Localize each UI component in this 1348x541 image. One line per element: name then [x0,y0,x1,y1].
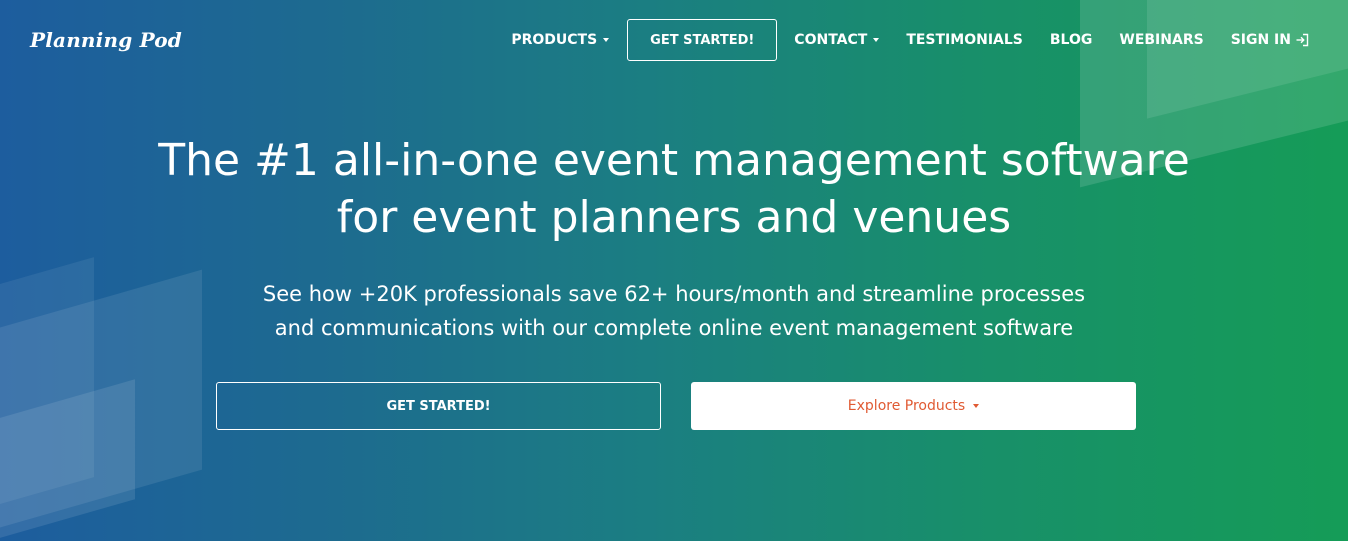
nav-testimonials-label: TESTIMONIALS [906,32,1023,48]
hero-headline: The #1 all-in-one event management softw… [0,132,1348,246]
nav-contact[interactable]: CONTACT [794,32,880,48]
nav-products[interactable]: PRODUCTS [511,32,610,48]
decorative-shape [0,379,135,541]
logo[interactable]: Planning Pod [30,28,182,52]
hero-subheadline-line1: See how +20K professionals save 62+ hour… [262,282,1086,306]
hero-subheadline-line2: and communications with our complete onl… [274,316,1074,340]
hero-subheadline: See how +20K professionals save 62+ hour… [0,277,1348,345]
chevron-down-icon [973,404,980,408]
nav-webinars[interactable]: WEBINARS [1119,32,1203,48]
sign-in-icon [1295,33,1310,47]
chevron-down-icon [873,38,880,42]
nav-sign-in-label: SIGN IN [1230,32,1291,48]
explore-products-label: Explore Products [847,398,966,414]
nav-get-started-button[interactable]: GET STARTED! [627,19,778,61]
get-started-label: GET STARTED! [386,398,491,414]
nav-contact-label: CONTACT [794,32,868,48]
hero-headline-line1: The #1 all-in-one event management softw… [158,135,1190,186]
nav-sign-in[interactable]: SIGN IN [1231,32,1310,48]
nav-products-label: PRODUCTS [511,32,598,48]
nav-testimonials[interactable]: TESTIMONIALS [906,32,1023,48]
chevron-down-icon [603,38,610,42]
get-started-button[interactable]: GET STARTED! [216,382,661,430]
nav-blog[interactable]: BLOG [1050,32,1093,48]
nav-webinars-label: WEBINARS [1119,32,1204,48]
nav-blog-label: BLOG [1049,32,1093,48]
nav-get-started-label: GET STARTED! [650,32,755,48]
explore-products-button[interactable]: Explore Products [691,382,1136,430]
hero-headline-line2: for event planners and venues [336,192,1012,243]
top-navigation: PRODUCTS GET STARTED! CONTACT TESTIMONIA… [511,19,1310,61]
